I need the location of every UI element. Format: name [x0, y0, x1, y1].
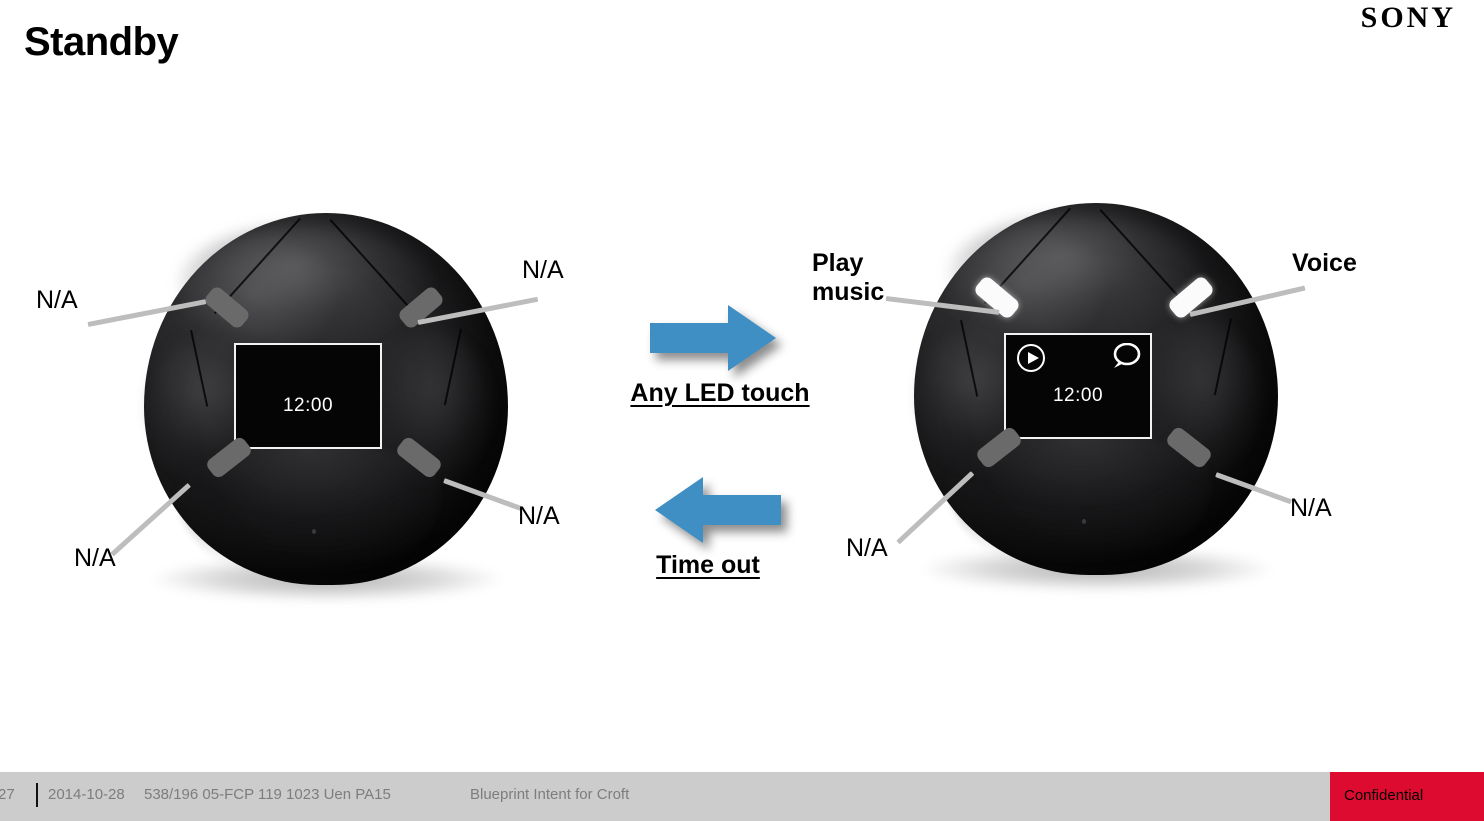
- base-indicator-dot: [1082, 519, 1086, 524]
- callout-led-bottom-left: N/A: [846, 534, 888, 562]
- transition-backward: Time out: [655, 477, 781, 580]
- transition-backward-label: Time out: [656, 551, 760, 579]
- callout-led-bottom-right: N/A: [1290, 494, 1332, 522]
- callout-led-top-right: N/A: [522, 256, 564, 284]
- sony-logo: SONY: [1360, 1, 1456, 34]
- display-clock: 12:00: [1052, 385, 1104, 406]
- page-title: Standby: [24, 20, 179, 64]
- callout-led-voice: Voice: [1292, 249, 1357, 277]
- callout-led-top-left: N/A: [36, 286, 78, 314]
- transition-forward: Any LED touch: [630, 305, 825, 408]
- sphere-highlight: [950, 215, 1200, 333]
- voice-bubble-icon[interactable]: [1111, 342, 1141, 369]
- sphere-highlight: [180, 225, 430, 343]
- device-display: 12:00: [234, 343, 382, 449]
- confidential-label: Confidential: [1344, 787, 1424, 804]
- transition-forward-label: Any LED touch: [630, 379, 810, 407]
- footer-document-id: 538/196 05-FCP 119 1023 Uen PA15: [144, 786, 391, 803]
- display-clock: 12:00: [282, 395, 334, 416]
- arrow-right-icon: [650, 305, 776, 371]
- confidential-badge: Confidential: [1330, 772, 1484, 821]
- footer-bar: 27 2014-10-28 538/196 05-FCP 119 1023 Ue…: [0, 772, 1484, 821]
- footer-date: 2014-10-28: [48, 786, 125, 803]
- arrow-left-icon: [655, 477, 781, 543]
- footer-subject: Blueprint Intent for Croft: [470, 786, 630, 803]
- callout-led-bottom-right: N/A: [518, 502, 560, 530]
- device-display: 12:00: [1004, 333, 1152, 439]
- device-standby-state: 12:00: [126, 205, 526, 605]
- footer-page-number: 27: [0, 786, 15, 803]
- play-icon[interactable]: [1017, 344, 1045, 372]
- callout-led-bottom-left: N/A: [74, 544, 116, 572]
- device-active-state: 12:00: [896, 195, 1296, 595]
- footer-divider: [36, 783, 38, 807]
- callout-led-play-music: Play music: [812, 249, 885, 306]
- base-indicator-dot: [312, 529, 316, 534]
